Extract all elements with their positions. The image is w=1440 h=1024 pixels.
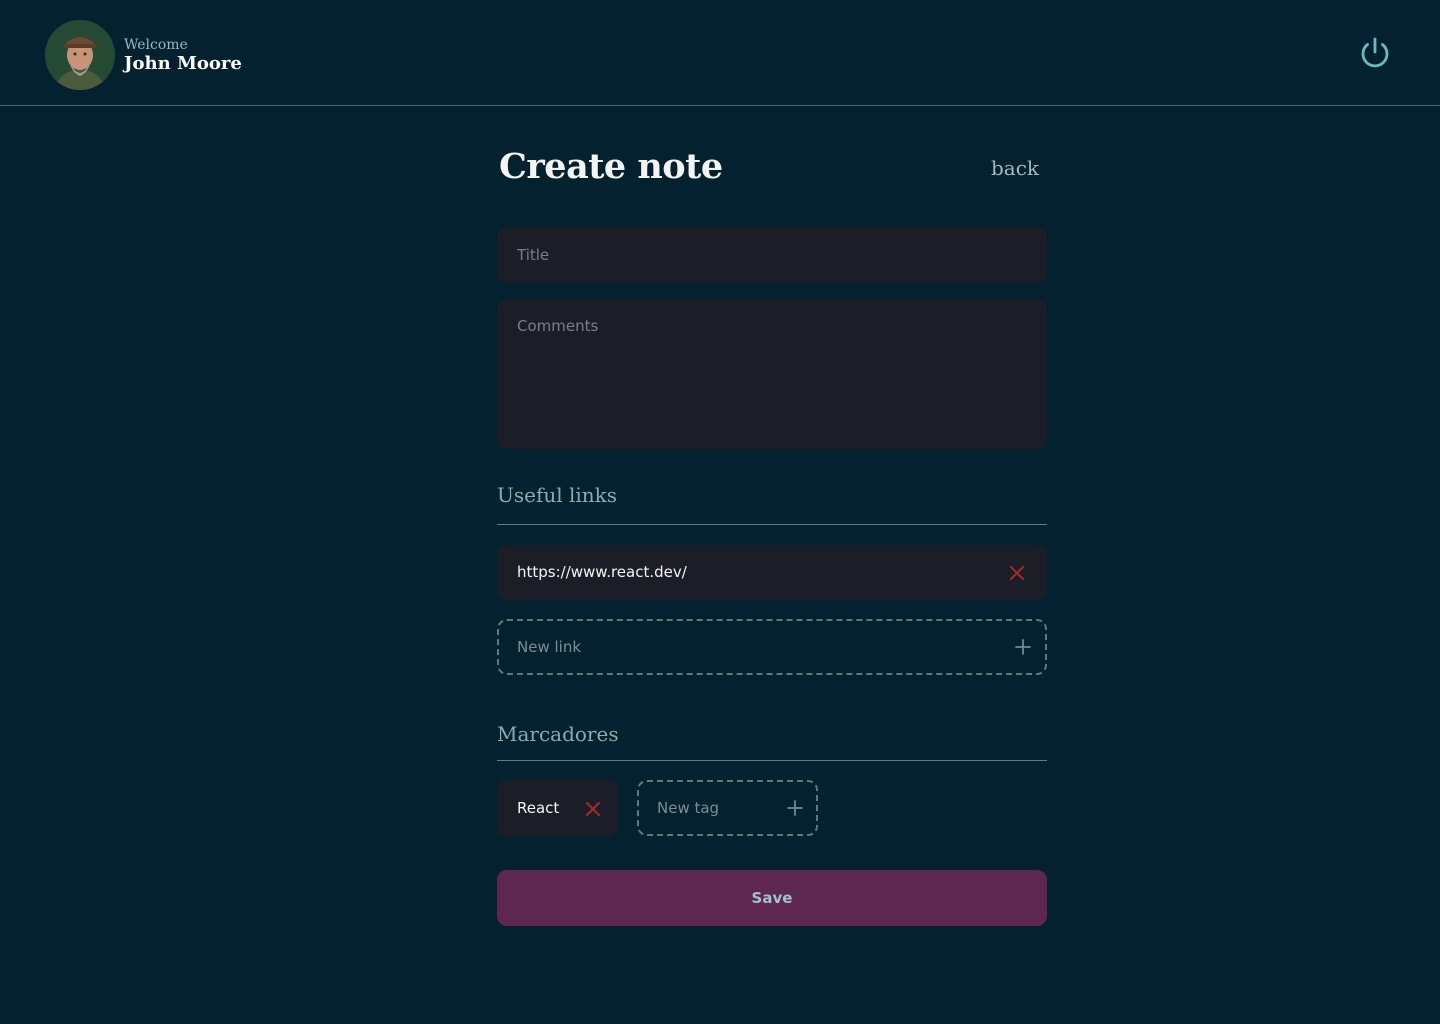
remove-link-icon[interactable] — [1008, 564, 1026, 582]
tag-label: React — [517, 799, 560, 817]
back-link[interactable]: back — [991, 156, 1039, 180]
add-link-icon[interactable] — [1014, 638, 1032, 656]
title-input[interactable] — [497, 227, 1047, 283]
new-tag-field — [637, 780, 818, 836]
useful-links-heading: Useful links — [497, 483, 1047, 525]
avatar — [45, 20, 115, 90]
power-icon[interactable] — [1358, 36, 1392, 70]
app-header: Welcome John Moore — [0, 0, 1440, 106]
add-tag-icon[interactable] — [786, 799, 804, 817]
new-link-input[interactable] — [517, 621, 937, 673]
new-link-field — [497, 619, 1047, 675]
comments-textarea[interactable] — [497, 299, 1047, 449]
tags-heading: Marcadores — [497, 722, 1047, 761]
user-name: John Moore — [124, 53, 242, 74]
link-url: https://www.react.dev/ — [517, 563, 687, 581]
remove-tag-icon[interactable] — [584, 800, 602, 818]
link-item: https://www.react.dev/ — [497, 545, 1047, 600]
save-button[interactable]: Save — [497, 870, 1047, 926]
page-title: Create note — [499, 146, 723, 187]
tag-item: React — [497, 780, 618, 836]
welcome-text: Welcome — [124, 37, 188, 53]
new-tag-input[interactable] — [657, 782, 777, 834]
